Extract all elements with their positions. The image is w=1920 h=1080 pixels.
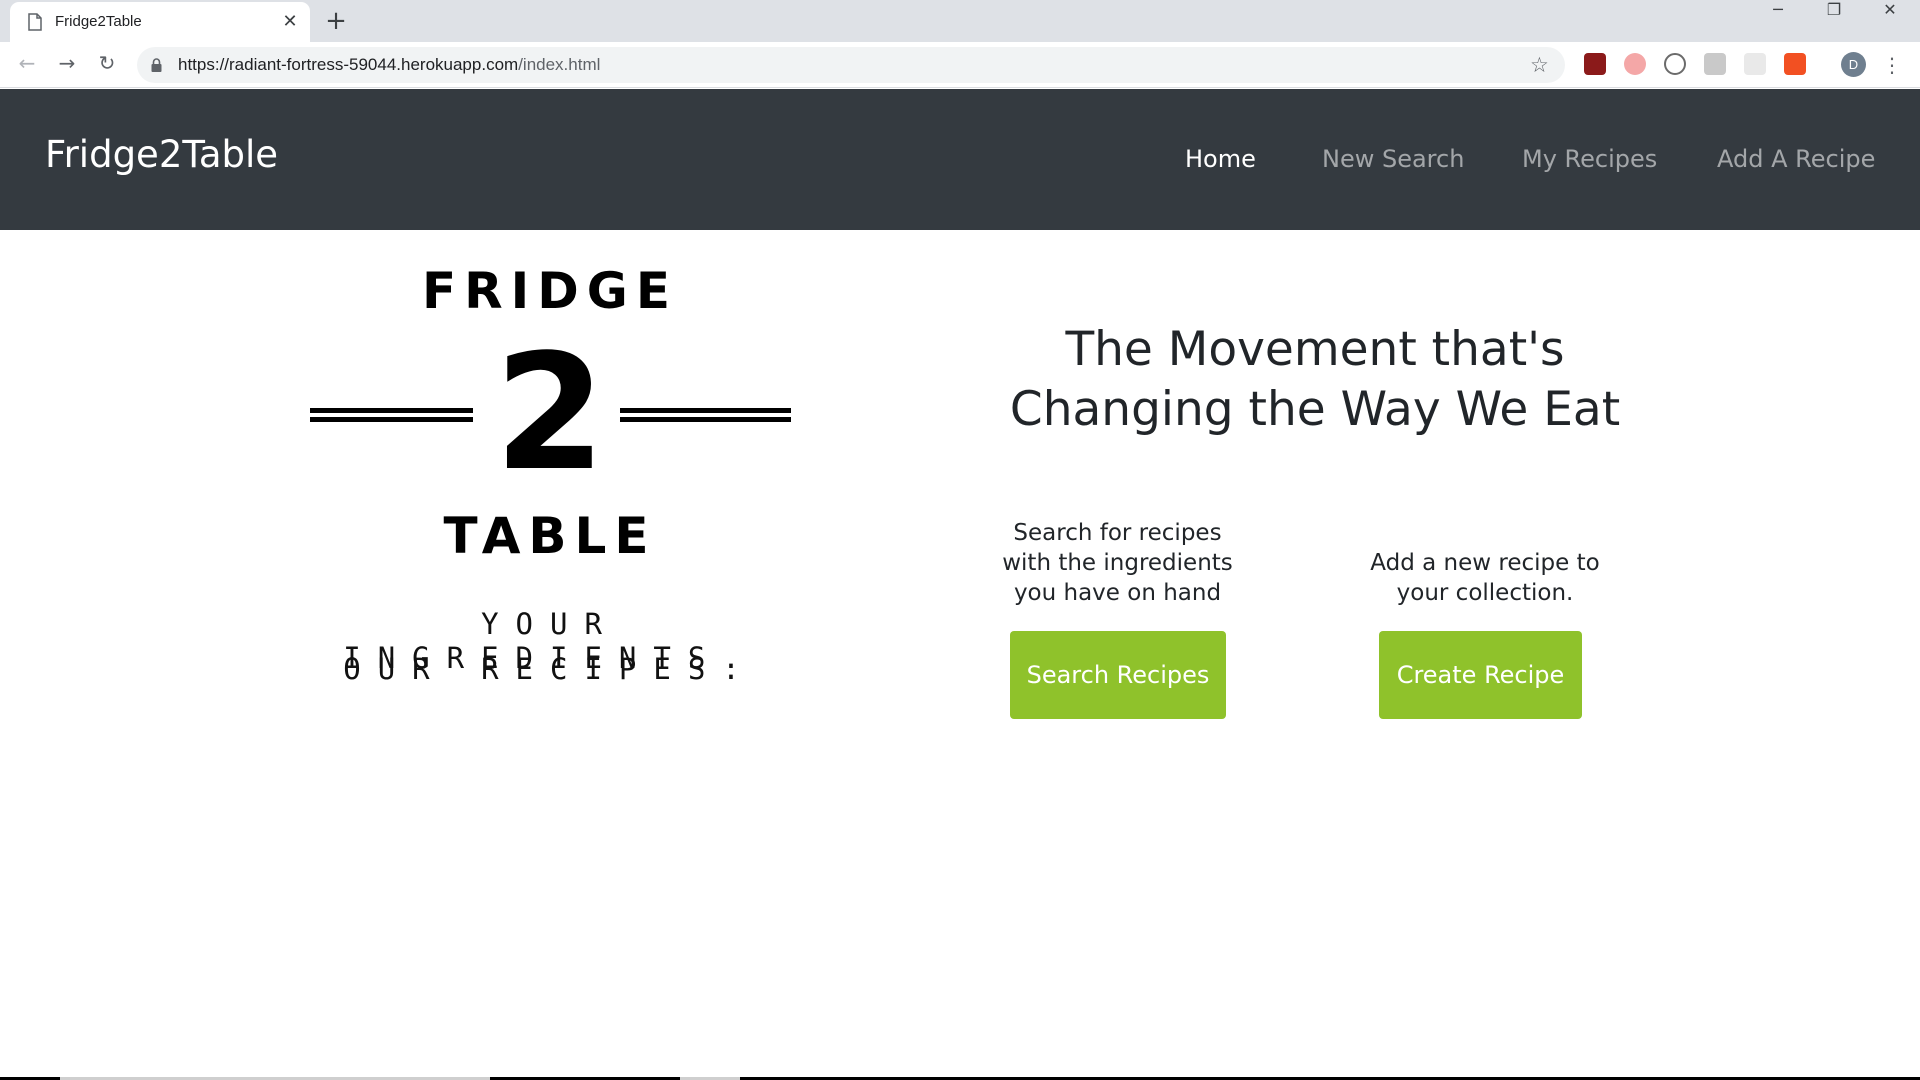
search-description-line: you have on hand [1013,580,1222,606]
search-recipes-button[interactable]: Search Recipes [1010,631,1226,719]
close-window-button[interactable]: ✕ [1862,0,1918,38]
logo-rule-left [310,408,473,422]
logo-word-fridge: FRIDGE [422,262,678,320]
search-description: Search for recipes with the ingredients … [980,518,1255,608]
page-headline: The Movement that's Changing the Way We … [990,320,1640,440]
minimize-button[interactable]: ─ [1750,0,1806,38]
kebab-menu-icon[interactable]: ⋮ [1882,51,1902,79]
lock-icon [151,58,162,72]
address-bar[interactable]: https://radiant-fortress-59044.herokuapp… [137,47,1565,83]
logo-word-table: TABLE [443,507,657,565]
extension-icon[interactable] [1704,53,1726,75]
create-description-line: your collection. [1396,580,1574,606]
logo-rule-right [620,408,791,422]
back-icon[interactable]: ← [13,51,41,79]
extension-icon[interactable] [1784,53,1806,75]
extension-icon[interactable] [1744,53,1766,75]
browser-toolbar: ← → ↻ https://radiant-fortress-59044.her… [0,42,1920,88]
create-description-line: Add a new recipe to [1370,550,1600,576]
nav-link-my-recipes[interactable]: My Recipes [1522,145,1657,173]
search-description-line: with the ingredients [1002,550,1233,576]
create-recipe-button[interactable]: Create Recipe [1379,631,1582,719]
maximize-button[interactable]: ❐ [1806,0,1862,38]
logo-tagline-line2: OUR RECIPES. [343,652,757,686]
logo-numeral: 2 [494,319,606,506]
nav-link-new-search[interactable]: New Search [1322,145,1464,173]
search-description-line: Search for recipes [1013,520,1222,546]
tab-title: Fridge2Table [55,13,142,30]
nav-link-add-a-recipe[interactable]: Add A Recipe [1717,145,1875,173]
nav-link-home[interactable]: Home [1185,145,1256,173]
browser-tab[interactable]: Fridge2Table ✕ [10,2,310,42]
url-text: https://radiant-fortress-59044.herokuapp… [178,55,600,75]
page-icon [28,13,42,31]
brand-link[interactable]: Fridge2Table [45,133,278,176]
profile-avatar[interactable]: D [1841,52,1866,77]
tab-close-icon[interactable]: ✕ [280,12,300,32]
extension-icon[interactable] [1624,53,1646,75]
url-path: /index.html [518,55,601,74]
site-navbar: Fridge2Table Home New Search My Recipes … [0,89,1920,230]
extension-icon[interactable] [1664,53,1686,75]
forward-icon[interactable]: → [53,51,81,79]
reload-icon[interactable]: ↻ [93,51,121,79]
star-icon[interactable]: ☆ [1530,53,1549,77]
headline-line1: The Movement that's [1065,322,1565,377]
fridge2table-logo: FRIDGE 2 TABLE YOUR INGREDIENTS. OUR REC… [300,262,800,702]
headline-line2: Changing the Way We Eat [1009,382,1621,437]
ublock-extension-icon[interactable] [1584,53,1606,75]
create-description: Add a new recipe to your collection. [1350,548,1620,608]
browser-tab-strip: Fridge2Table ✕ + ─ ❐ ✕ [0,0,1920,42]
url-host: https://radiant-fortress-59044.herokuapp… [178,55,519,74]
new-tab-button[interactable]: + [322,7,350,35]
